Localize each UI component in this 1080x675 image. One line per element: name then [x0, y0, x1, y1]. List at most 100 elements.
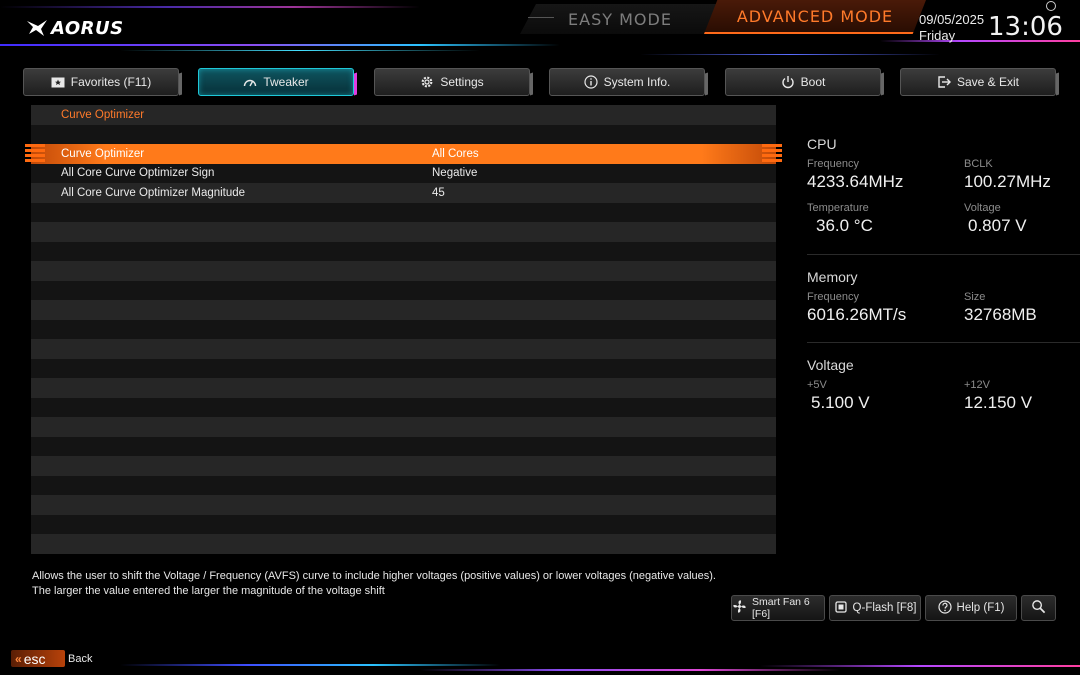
cpu-frequency-label: Frequency [807, 158, 859, 170]
setting-value[interactable]: All Cores [432, 148, 479, 160]
empty-row [31, 261, 776, 281]
setting-label: All Core Curve Optimizer Sign [61, 167, 215, 180]
chip-icon [834, 600, 848, 617]
cpu-bclk: BCLK 100.27MHz [964, 158, 1051, 192]
header-decor [640, 54, 940, 55]
voltage-title: Voltage [807, 357, 854, 373]
exit-icon [937, 75, 951, 89]
cpu-temperature: Temperature 36.0 °C [807, 202, 873, 236]
empty-row [31, 339, 776, 359]
tab-label: Boot [800, 75, 826, 89]
empty-row [31, 495, 776, 515]
info-icon [584, 75, 598, 89]
setting-value[interactable]: Negative [432, 167, 477, 179]
cpu-frequency: Frequency 4233.64MHz [807, 158, 903, 192]
gear-icon [420, 75, 434, 89]
date-text: 09/05/2025 [919, 12, 985, 27]
empty-row [31, 534, 776, 554]
voltage-5v-label: +5V [807, 379, 827, 391]
empty-row [31, 397, 776, 417]
divider [807, 254, 1080, 255]
memory-frequency-label: Frequency [807, 291, 859, 303]
power-icon [781, 75, 795, 89]
cpu-voltage-label: Voltage [964, 202, 1001, 214]
tab-label: Settings [440, 75, 484, 89]
empty-row [31, 514, 776, 534]
time-display: 13:06 [988, 12, 1063, 42]
header-bar: AORUS EASY MODE ADVANCED MODE 09/05/2025… [0, 0, 1080, 62]
section-title: Curve Optimizer [61, 108, 145, 121]
tab-favorites[interactable]: Favorites (F11) [23, 68, 179, 96]
cpu-bclk-value: 100.27MHz [964, 172, 1051, 191]
help-line-2: The larger the value entered the larger … [32, 585, 385, 597]
day-text: Friday [919, 28, 956, 43]
setting-value[interactable]: 45 [432, 187, 445, 199]
help-label: Help (F1) [956, 602, 1005, 614]
tab-tweaker[interactable]: Tweaker [198, 68, 354, 96]
settings-gear-icon[interactable] [1046, 1, 1056, 11]
qflash-button[interactable]: Q-Flash [F8] [829, 595, 921, 621]
memory-frequency: Frequency 6016.26MT/s [807, 291, 906, 325]
cpu-voltage: Voltage 0.807 V [964, 202, 1027, 236]
section-title-row: Curve Optimizer [31, 105, 776, 125]
empty-row [31, 280, 776, 300]
logo-text: AORUS [51, 17, 124, 39]
help-button[interactable]: Help (F1) [925, 595, 1017, 621]
star-folder-icon [51, 75, 65, 89]
empty-row [31, 456, 776, 476]
easy-mode-decor [528, 17, 554, 18]
header-decor [0, 44, 560, 46]
date-display: 09/05/2025 Friday [919, 12, 984, 44]
help-line-1: Allows the user to shift the Voltage / F… [32, 570, 716, 582]
advanced-mode-button[interactable]: ADVANCED MODE [704, 0, 926, 34]
footer-decor [0, 662, 1080, 675]
voltage-12v: +12V 12.150 V [964, 379, 1032, 413]
header-decor [0, 6, 420, 8]
help-icon [937, 599, 952, 617]
memory-size-value: 32768MB [964, 305, 1037, 324]
tab-system-info[interactable]: System Info. [549, 68, 705, 96]
empty-row [31, 124, 776, 144]
footer-decor [760, 665, 1080, 667]
cpu-voltage-value: 0.807 V [968, 216, 1027, 235]
setting-row-optimizer-magnitude[interactable]: All Core Curve Optimizer Magnitude 45 [31, 183, 776, 203]
help-description: Allows the user to shift the Voltage / F… [32, 569, 732, 599]
empty-row [31, 241, 776, 261]
voltage-5v-value: 5.100 V [811, 393, 870, 412]
settings-panel: Curve Optimizer Curve Optimizer All Core… [25, 105, 782, 554]
cpu-temperature-label: Temperature [807, 202, 869, 214]
tab-label: Tweaker [263, 75, 309, 89]
empty-row [31, 436, 776, 456]
tab-label: Favorites (F11) [70, 75, 152, 89]
aorus-logo: AORUS [26, 12, 126, 44]
smart-fan-button[interactable]: Smart Fan 6 [F6] [731, 595, 825, 621]
memory-title: Memory [807, 269, 858, 285]
voltage-5v: +5V 5.100 V [807, 379, 870, 413]
empty-row [31, 475, 776, 495]
footer-decor [420, 669, 840, 671]
qflash-label: Q-Flash [F8] [852, 602, 917, 614]
tab-settings[interactable]: Settings [374, 68, 530, 96]
cpu-title: CPU [807, 136, 837, 152]
empty-row [31, 300, 776, 320]
empty-row [31, 358, 776, 378]
empty-row [31, 319, 776, 339]
voltage-12v-label: +12V [964, 379, 990, 391]
setting-row-optimizer-sign[interactable]: All Core Curve Optimizer Sign Negative [31, 163, 776, 183]
empty-row [31, 417, 776, 437]
setting-label: Curve Optimizer [61, 147, 145, 160]
empty-row [31, 202, 776, 222]
fan-icon [732, 599, 747, 617]
empty-row [31, 378, 776, 398]
setting-label: All Core Curve Optimizer Magnitude [61, 186, 246, 199]
header-decor [120, 50, 480, 51]
memory-size: Size 32768MB [964, 291, 1037, 325]
tab-boot[interactable]: Boot [725, 68, 881, 96]
search-button[interactable] [1021, 595, 1056, 621]
setting-row-curve-optimizer[interactable]: Curve Optimizer All Cores [25, 144, 782, 164]
gauge-icon [243, 75, 257, 89]
footer-decor [120, 664, 500, 666]
easy-mode-button[interactable]: EASY MODE [520, 4, 720, 34]
tab-save-exit[interactable]: Save & Exit [900, 68, 1056, 96]
falcon-icon [27, 20, 47, 36]
